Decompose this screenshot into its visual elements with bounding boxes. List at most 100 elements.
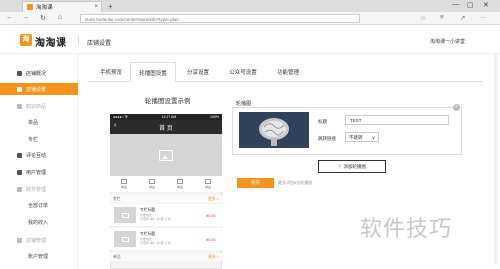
share-icon[interactable]: ↗ <box>460 14 465 22</box>
tab-carousel[interactable]: 轮播图设置 <box>130 62 176 82</box>
page-title: 店铺设置 <box>87 41 112 47</box>
header-divider <box>78 36 79 45</box>
tab-features[interactable]: 功能管理 <box>266 62 310 82</box>
phone-icon-row: 单品 单品 单品 单品 <box>110 176 222 192</box>
sidebar-item-label: 评论互动 <box>26 152 47 159</box>
sidebar-item-products[interactable]: 知识商品 <box>0 100 78 112</box>
section-title: 单品 <box>113 254 121 259</box>
phone-icon-item: 单品 <box>176 179 183 189</box>
app-header <box>0 26 500 54</box>
home-button[interactable]: ⌂ <box>58 14 62 21</box>
tab-share[interactable]: 分享设置 <box>178 62 218 82</box>
product-meta: 已更新1期 | 共1期 订阅 <box>140 241 171 245</box>
sidebar-item-store-settings[interactable]: 店铺设置 <box>0 83 78 95</box>
sidebar-sub-account[interactable]: 账户管理 <box>28 253 48 260</box>
sidebar-item-store-manage[interactable]: 店铺管理 <box>0 234 78 246</box>
phone-section-header: 单品 更多 > <box>110 253 222 261</box>
comment-icon <box>17 152 22 158</box>
link-label: 跳转链接 <box>318 136 336 141</box>
section-title: 专栏 <box>113 196 121 201</box>
sidebar-item-label: 财务管理 <box>26 186 47 193</box>
minimize-button[interactable]: — <box>452 1 459 8</box>
sidebar-item-users[interactable]: 用户管理 <box>0 166 78 178</box>
save-button[interactable]: 保存 <box>237 178 274 188</box>
watermark: 软件技巧 <box>360 217 453 242</box>
tab-title: 淘淘课 <box>36 5 53 11</box>
grid-icon <box>148 179 155 184</box>
phone-icon-item: 单品 <box>120 179 127 189</box>
back-button[interactable]: ← <box>6 14 13 21</box>
sidebar-item-label: 店铺概况 <box>26 70 47 77</box>
favicon-icon <box>27 4 33 10</box>
tab-mobile-preview[interactable]: 手机预览 <box>92 62 130 82</box>
sidebar-item-label: 店铺管理 <box>26 237 47 244</box>
user-name[interactable]: 淘淘课一小讲堂 <box>430 38 465 45</box>
sidebar-sub-orders[interactable]: 全部订单 <box>28 202 48 209</box>
scrollbar[interactable] <box>494 54 498 264</box>
section-more: 更多 > <box>208 196 219 201</box>
reading-icon[interactable]: ≡ <box>440 14 444 21</box>
phone-back-icon: ‹ <box>114 122 117 129</box>
menu-icon[interactable]: ··· <box>480 14 487 21</box>
phone-icon-label: 单品 <box>120 185 127 189</box>
link-select[interactable]: 不跳转 ∨ <box>345 132 379 142</box>
product-meta: 已更新1期 | 共1期 订阅 <box>140 217 171 221</box>
product-price: ¥0.00 <box>206 214 216 218</box>
carousel-placeholder <box>110 134 222 176</box>
brain-image <box>239 112 309 148</box>
add-carousel-button[interactable]: + 添加轮播图 <box>318 160 386 173</box>
sidebar-sub-column[interactable]: 专栏 <box>28 136 38 143</box>
home-icon <box>17 70 22 76</box>
chevron-down-icon: ∨ <box>371 135 375 140</box>
save-tip: 最多添加8张轮播图 <box>278 180 313 185</box>
phone-icon-label: 单品 <box>148 185 155 189</box>
logo-icon: 淘 <box>20 34 32 46</box>
status-time: 11:27 AM <box>161 115 177 119</box>
close-window-button[interactable]: ✕ <box>483 1 489 9</box>
store-icon <box>17 237 22 243</box>
remove-carousel-icon[interactable]: × <box>453 104 460 111</box>
maximize-button[interactable]: ▢ <box>467 1 474 9</box>
close-tab-icon[interactable]: × <box>94 4 98 10</box>
phone-icon-label: 单品 <box>204 185 211 189</box>
forward-button[interactable]: → <box>22 14 29 21</box>
sidebar-sub-income[interactable]: 我的收入 <box>28 219 48 226</box>
sidebar-item-overview[interactable]: 店铺概况 <box>0 67 78 79</box>
favorites-icon[interactable]: ☆ <box>420 14 426 22</box>
browser-tab[interactable]: 淘淘课 × <box>22 1 102 12</box>
phone-icon-label: 单品 <box>176 185 183 189</box>
phone-product-item: 专栏标题 简要描述 已更新1期 | 共1期 订阅 ¥0.00 <box>110 228 222 250</box>
phone-header: 首 页 <box>110 120 222 134</box>
grid-icon <box>120 179 127 184</box>
image-icon <box>121 236 129 242</box>
sidebar-item-label: 知识商品 <box>26 103 47 110</box>
product-thumbnail <box>114 231 136 247</box>
sidebar-sub-single[interactable]: 单品 <box>28 119 38 126</box>
title-label: 标题 <box>318 119 327 124</box>
image-icon <box>159 149 173 161</box>
product-thumbnail <box>114 207 136 223</box>
sidebar-item-finance[interactable]: 财务管理 <box>0 183 78 195</box>
phone-icon-item: 单品 <box>148 179 155 189</box>
title-input[interactable]: TEST <box>345 115 449 125</box>
section-more: 更多 > <box>208 254 219 259</box>
sidebar-item-comments[interactable]: 评论互动 <box>0 149 78 161</box>
goods-icon <box>17 103 22 109</box>
plus-icon: + <box>337 163 342 170</box>
refresh-button[interactable]: ↻ <box>40 14 46 22</box>
sidebar-item-label: 用户管理 <box>26 169 47 176</box>
grid-icon <box>176 179 183 184</box>
preview-title: 轮播图设置示例 <box>145 98 191 105</box>
user-icon <box>17 169 22 175</box>
add-carousel-label: 添加轮播图 <box>343 163 367 169</box>
battery-text: 100% <box>210 115 219 119</box>
sidebar-item-label: 店铺设置 <box>26 86 47 93</box>
address-bar[interactable]: store.taotaoke.com/center/store/info?typ… <box>80 14 360 23</box>
new-tab-button[interactable]: + <box>108 2 113 11</box>
tab-official-account[interactable]: 公众号设置 <box>220 62 266 82</box>
logo-text: 淘淘课 <box>35 38 67 49</box>
carousel-image[interactable] <box>239 112 309 148</box>
phone-page-title: 首 页 <box>159 125 173 132</box>
phone-icon-item: 单品 <box>204 179 211 189</box>
product-price: ¥0.00 <box>206 238 216 242</box>
